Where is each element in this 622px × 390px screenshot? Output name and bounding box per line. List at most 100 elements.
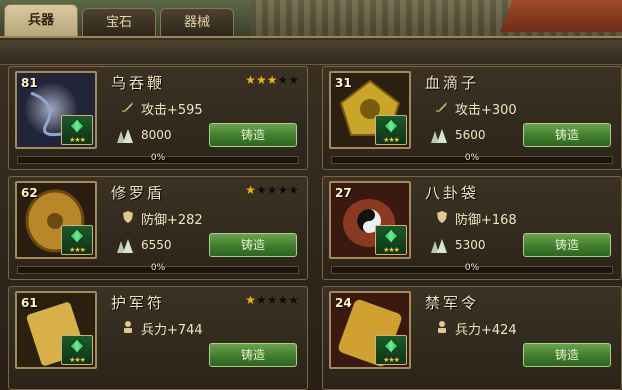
- gem-stars: ★★★: [383, 136, 400, 144]
- item-stat: 防御+282: [121, 209, 203, 228]
- item-card: 27 ★★★ 八卦袋 防御+168 5300 铸造 0%: [322, 176, 622, 280]
- sword-icon: [121, 100, 135, 118]
- gem-icon: [69, 118, 85, 134]
- sword-icon: [435, 100, 449, 118]
- resource-icon: [117, 129, 133, 143]
- item-stat: 防御+168: [435, 209, 517, 228]
- item-portrait[interactable]: 31 ★★★: [329, 71, 411, 149]
- item-name: 禁军令: [425, 294, 480, 312]
- forge-button[interactable]: 铸造: [209, 343, 297, 367]
- progress-label: 0%: [464, 263, 480, 273]
- item-portrait[interactable]: 62 ★★★: [15, 181, 97, 259]
- item-name: 乌吞鞭: [111, 74, 166, 92]
- item-name: 八卦袋: [425, 184, 480, 202]
- gem-badge: ★★★: [61, 225, 93, 255]
- star-icon: ★: [266, 73, 278, 87]
- cost-value: 8000: [141, 128, 172, 142]
- gem-badge: ★★★: [375, 335, 407, 365]
- item-portrait[interactable]: 81 ★★★: [15, 71, 97, 149]
- panel-header-strip: [0, 40, 622, 65]
- gem-badge: ★★★: [375, 225, 407, 255]
- progress-bar: 0%: [331, 153, 613, 164]
- star-icon: ★: [255, 293, 267, 307]
- star-icon: ★: [277, 183, 289, 197]
- tab-weapons[interactable]: 兵器: [4, 4, 78, 36]
- star-icon: ★: [277, 293, 289, 307]
- item-portrait[interactable]: 61 ★★★: [15, 291, 97, 369]
- gem-badge: ★★★: [61, 335, 93, 365]
- gem-stars: ★★★: [69, 356, 86, 364]
- forge-button[interactable]: 铸造: [209, 233, 297, 257]
- cost-value: 5300: [455, 238, 486, 252]
- item-portrait[interactable]: 27 ★★★: [329, 181, 411, 259]
- star-icon: ★: [288, 293, 299, 307]
- item-level: 31: [335, 76, 352, 90]
- item-card: 62 ★★★ 修罗盾 ★★★★★ 防御+282 6550 铸造 0%: [8, 176, 308, 280]
- star-icon: ★: [277, 73, 289, 87]
- tab-equipment[interactable]: 器械: [160, 8, 234, 36]
- progress-label: 0%: [150, 263, 166, 273]
- forge-button[interactable]: 铸造: [523, 233, 611, 257]
- item-stat: 兵力+424: [435, 319, 517, 338]
- soldier-icon: [435, 320, 449, 338]
- item-portrait[interactable]: 24 ★★★: [329, 291, 411, 369]
- cost-row: 5300: [427, 235, 515, 255]
- gem-badge: ★★★: [61, 115, 93, 145]
- star-icon: ★: [288, 73, 299, 87]
- progress-label: 0%: [464, 153, 480, 163]
- star-icon: ★: [266, 183, 278, 197]
- item-card: 61 ★★★ 护军符 ★★★★★ 兵力+744 铸造: [8, 286, 308, 390]
- star-rating: ★★★★★: [245, 73, 299, 87]
- forge-button[interactable]: 铸造: [209, 123, 297, 147]
- forge-button[interactable]: 铸造: [523, 343, 611, 367]
- star-icon: ★: [288, 183, 299, 197]
- star-rating: ★★★★★: [245, 293, 299, 307]
- item-name: 血滴子: [425, 74, 480, 92]
- shield-icon: [435, 210, 449, 228]
- cost-value: 5600: [455, 128, 486, 142]
- stat-text: 防御+168: [455, 213, 517, 228]
- progress-bar: 0%: [17, 263, 299, 274]
- star-icon: ★: [245, 73, 256, 87]
- stat-text: 攻击+595: [141, 103, 203, 118]
- progress-label: 0%: [150, 153, 166, 163]
- gem-icon: [69, 228, 85, 244]
- resource-icon: [431, 239, 447, 253]
- gem-icon: [383, 118, 399, 134]
- item-name: 修罗盾: [111, 184, 166, 202]
- gem-icon: [383, 338, 399, 354]
- forge-button[interactable]: 铸造: [523, 123, 611, 147]
- progress-bar: 0%: [17, 153, 299, 164]
- cost-row: 8000: [113, 125, 201, 145]
- item-level: 81: [21, 76, 38, 90]
- stat-text: 攻击+300: [455, 103, 517, 118]
- star-icon: ★: [266, 293, 278, 307]
- item-level: 62: [21, 186, 38, 200]
- item-name: 护军符: [111, 294, 166, 312]
- item-stat: 攻击+595: [121, 99, 203, 118]
- item-level: 27: [335, 186, 352, 200]
- resource-icon: [431, 129, 447, 143]
- gem-icon: [383, 228, 399, 244]
- category-tabs: 兵器 宝石 器械: [4, 4, 234, 36]
- item-card: 31 ★★★ 血滴子 攻击+300 5600 铸造 0%: [322, 66, 622, 170]
- item-card: 81 ★★★ 乌吞鞭 ★★★★★ 攻击+595 8000 铸造 0%: [8, 66, 308, 170]
- shield-icon: [121, 210, 135, 228]
- stat-text: 兵力+424: [455, 323, 517, 338]
- gem-stars: ★★★: [69, 246, 86, 254]
- soldier-icon: [121, 320, 135, 338]
- star-icon: ★: [245, 183, 256, 197]
- item-stat: 兵力+744: [121, 319, 203, 338]
- gem-stars: ★★★: [383, 356, 400, 364]
- cost-row: 6550: [113, 235, 201, 255]
- tab-gems[interactable]: 宝石: [82, 8, 156, 36]
- star-icon: ★: [245, 293, 256, 307]
- star-icon: ★: [255, 73, 267, 87]
- gem-badge: ★★★: [375, 115, 407, 145]
- progress-bar: 0%: [331, 263, 613, 274]
- item-card: 24 ★★★ 禁军令 兵力+424 铸造: [322, 286, 622, 390]
- star-rating: ★★★★★: [245, 183, 299, 197]
- resource-icon: [117, 239, 133, 253]
- item-stat: 攻击+300: [435, 99, 517, 118]
- gem-icon: [69, 338, 85, 354]
